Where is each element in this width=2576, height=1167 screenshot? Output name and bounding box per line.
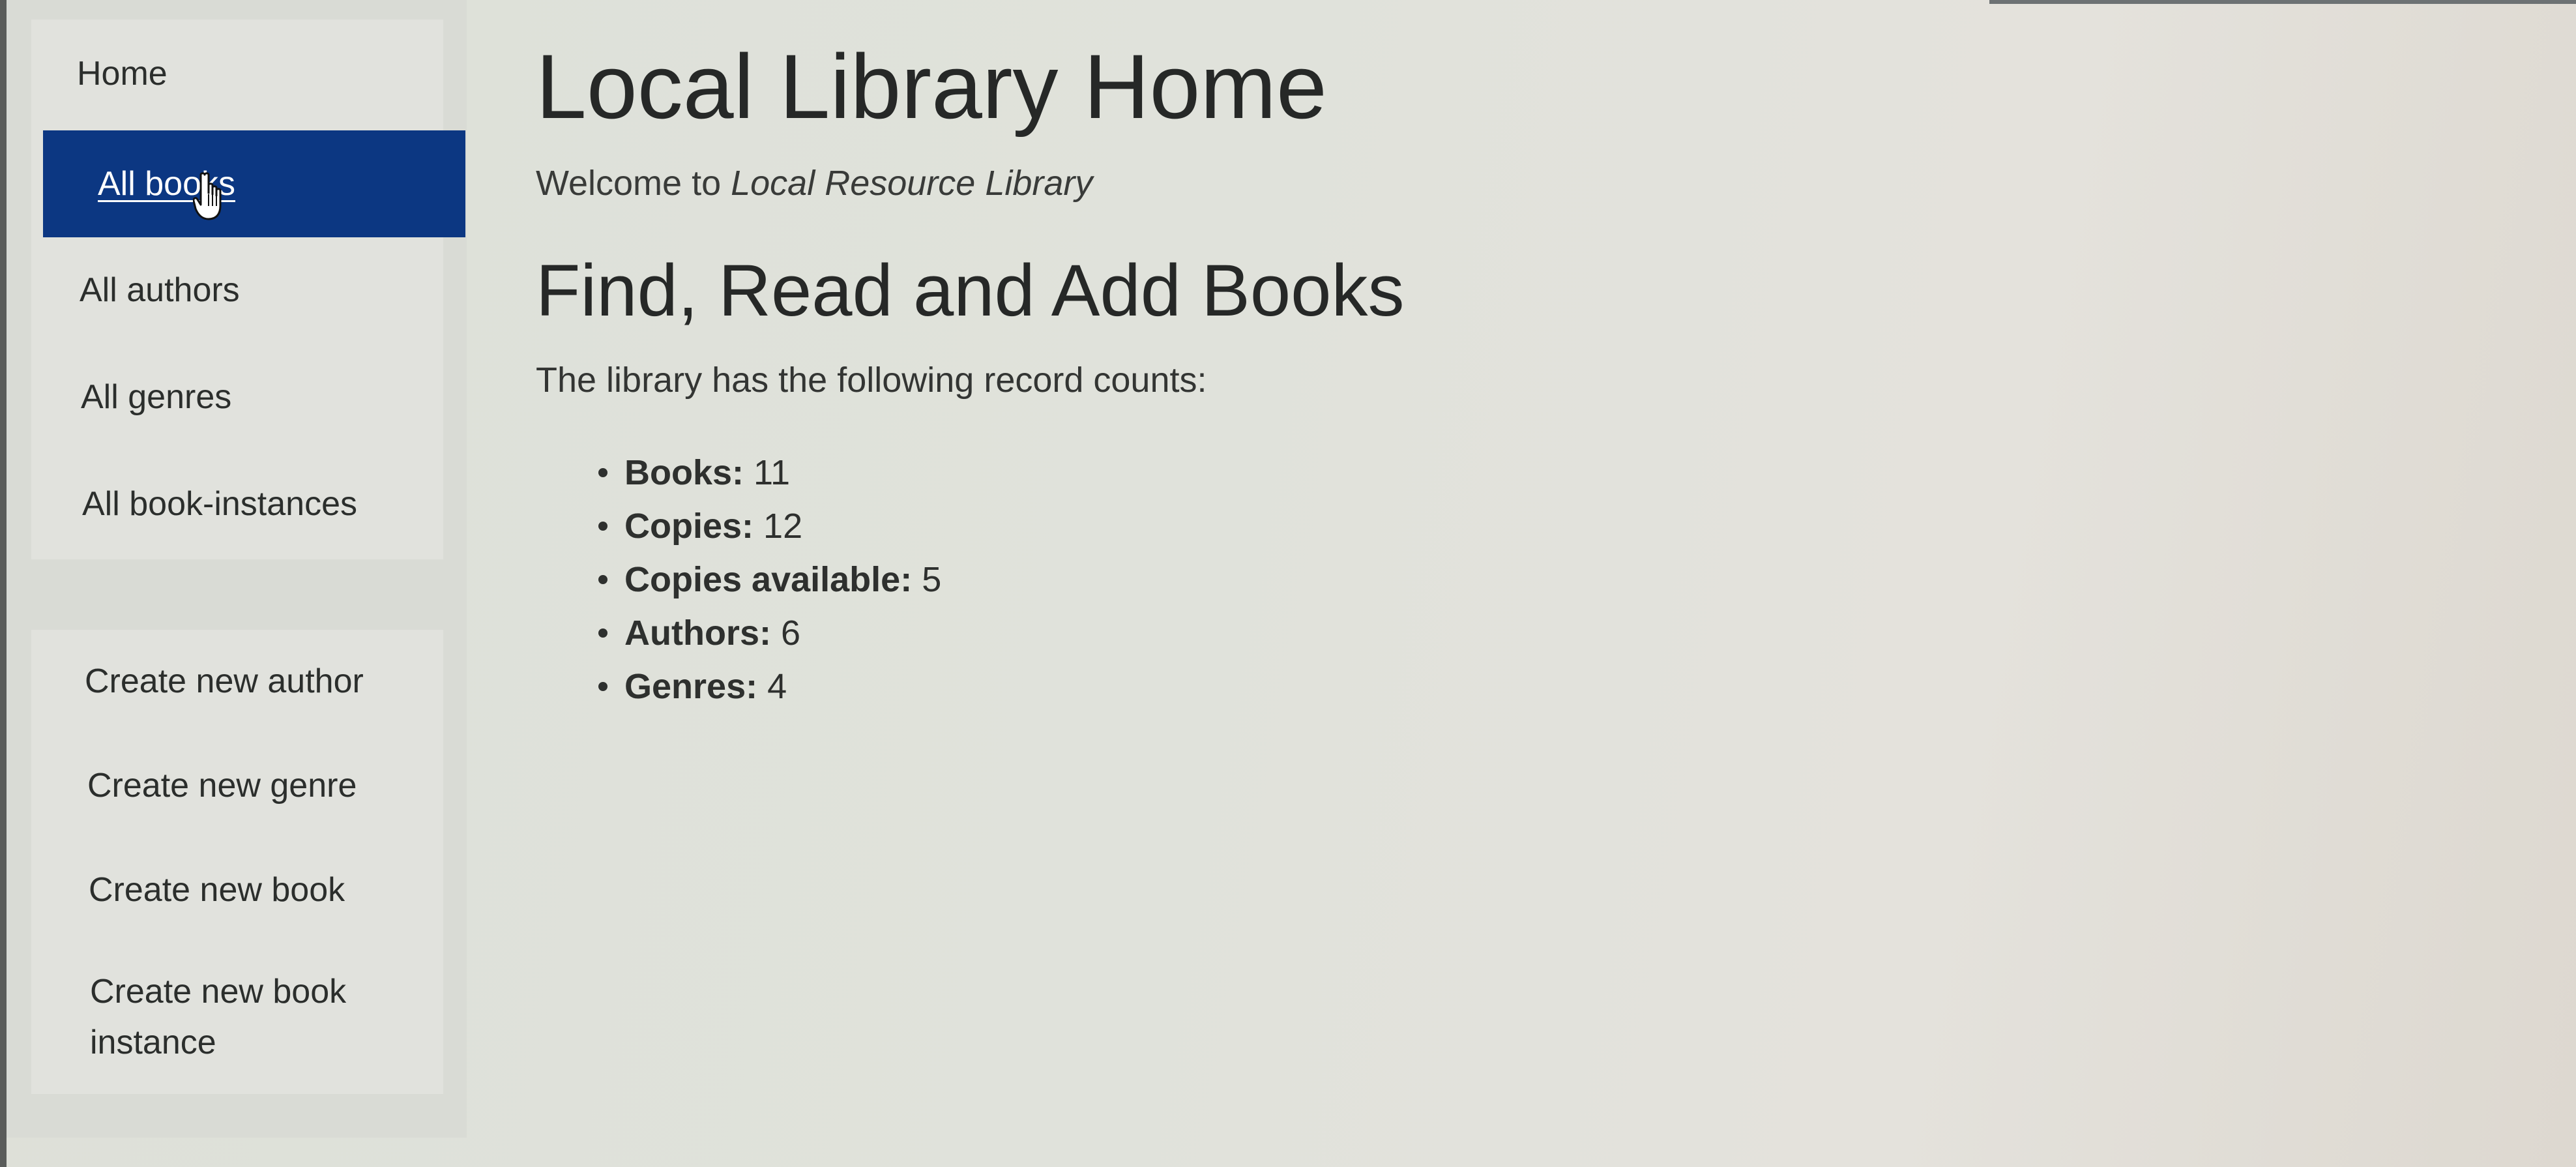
sidebar-item-create-genre[interactable]: Create new genre (31, 760, 443, 811)
hand-pointer-icon (193, 172, 222, 220)
bullet-icon (598, 682, 607, 691)
list-item: Copies available: 5 (598, 553, 941, 606)
sidebar-item-create-author[interactable]: Create new author (31, 656, 443, 707)
count-label: Authors: (624, 613, 771, 653)
count-value: 4 (767, 667, 787, 706)
sidebar-create-links: Create new author Create new genre Creat… (31, 630, 443, 1094)
bullet-icon (598, 575, 607, 584)
record-counts-list: Books: 11 Copies: 12 Copies available: 5… (598, 446, 941, 713)
bullet-icon (598, 468, 607, 477)
sidebar-item-create-book[interactable]: Create new book (31, 864, 443, 915)
list-item: Copies: 12 (598, 499, 941, 553)
sidebar-item-all-book-instances[interactable]: All book-instances (31, 479, 443, 529)
sidebar-item-all-books[interactable]: All books (43, 130, 465, 237)
list-item: Books: 11 (598, 446, 941, 499)
welcome-prefix: Welcome to (536, 164, 731, 203)
count-label: Genres: (624, 667, 758, 706)
count-value: 11 (754, 453, 791, 492)
sidebar-item-all-authors[interactable]: All authors (31, 265, 443, 316)
count-label: Copies: (624, 507, 754, 546)
welcome-text: Welcome to Local Resource Library (536, 163, 1092, 203)
sidebar-item-all-genres[interactable]: All genres (31, 372, 443, 422)
bullet-icon (598, 522, 607, 531)
list-item: Genres: 4 (598, 660, 941, 713)
screen-bezel (0, 0, 7, 1167)
screen-top-edge (1989, 0, 2576, 4)
sidebar: Home All books All authors All genres Al… (7, 0, 467, 1138)
page-title: Local Library Home (536, 35, 1327, 138)
record-counts-intro: The library has the following record cou… (536, 361, 1207, 400)
bullet-icon (598, 628, 607, 638)
count-label: Copies available: (624, 560, 913, 599)
count-value: 5 (922, 560, 942, 599)
count-value: 12 (763, 507, 803, 546)
section-title: Find, Read and Add Books (536, 250, 1405, 331)
count-value: 6 (780, 613, 801, 653)
count-label: Books: (624, 453, 744, 492)
sidebar-item-create-book-instance[interactable]: Create new book instance (31, 966, 370, 1068)
sidebar-nav-links: Home All books All authors All genres Al… (31, 20, 465, 559)
library-name: Local Resource Library (731, 164, 1093, 203)
list-item: Authors: 6 (598, 606, 941, 660)
sidebar-item-home[interactable]: Home (31, 48, 443, 99)
